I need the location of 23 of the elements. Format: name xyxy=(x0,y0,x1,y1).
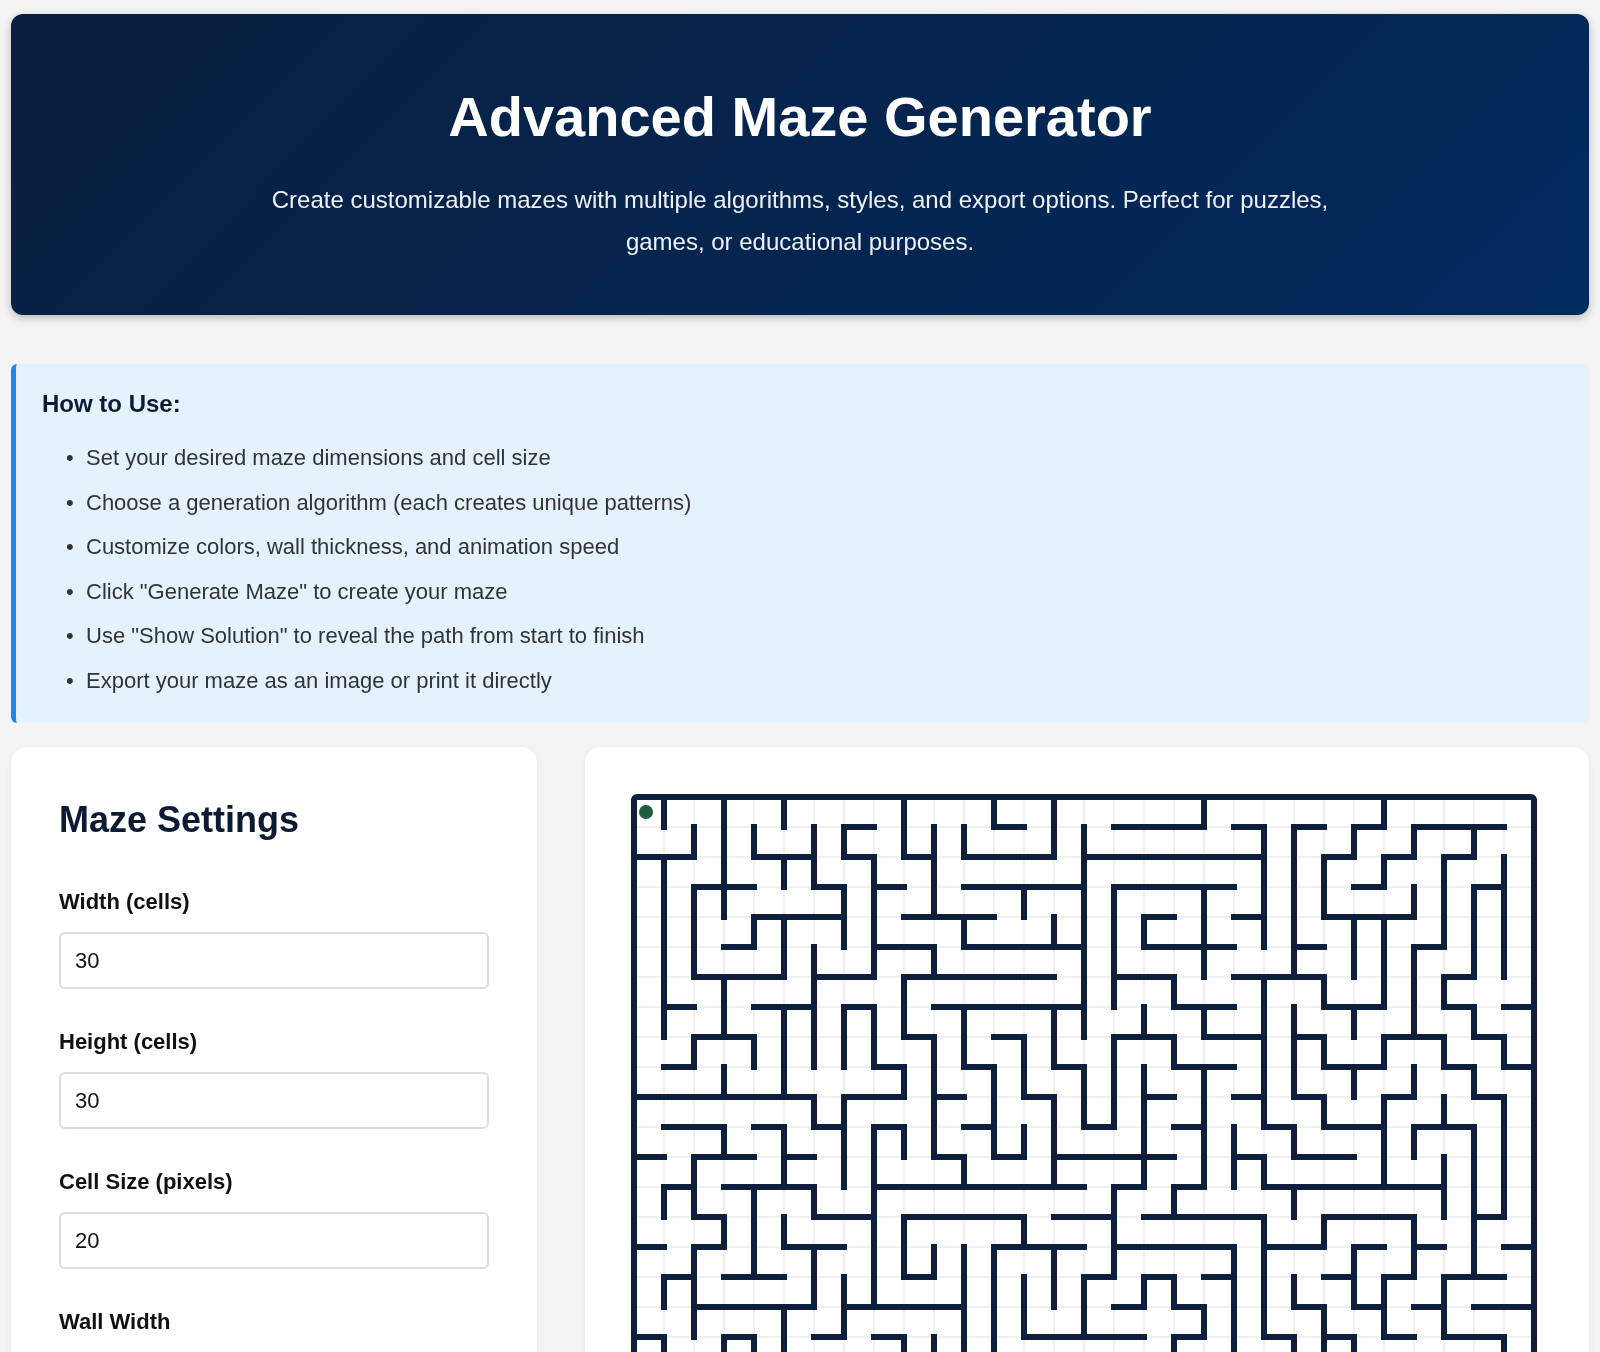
number-field[interactable]: 20 xyxy=(59,1212,489,1269)
instruction-item: Customize colors, wall thickness, and animation speed xyxy=(86,534,620,561)
bullet-mark: • xyxy=(66,489,75,516)
instruction-item: Set your desired maze dimensions and cell size xyxy=(86,445,551,472)
page-title: Advanced Maze Generator xyxy=(447,84,1153,149)
page-subtitle: Create customizable mazes with multiple algorithms, styles, and export options. Perfect for puzzles, games, or educational purposes. xyxy=(270,185,1330,257)
instruction-item: Export your maze as an image or print it directly xyxy=(86,667,552,694)
number-field[interactable]: 30 xyxy=(59,932,489,989)
bullet-mark: • xyxy=(66,667,75,694)
instructions-heading: How to Use: xyxy=(42,390,182,418)
instruction-item: Click "Generate Maze" to create your maze xyxy=(86,578,508,605)
field-label: Width (cells) xyxy=(59,889,191,915)
field-label: Wall Width xyxy=(59,1309,172,1335)
bullet-mark: • xyxy=(66,623,75,650)
bullet-mark: • xyxy=(66,534,75,561)
instruction-item: Use "Show Solution" to reveal the path from start to finish xyxy=(86,623,645,650)
settings-title: Maze Settings xyxy=(59,799,301,841)
field-label: Height (cells) xyxy=(59,1029,199,1055)
field-label: Cell Size (pixels) xyxy=(59,1169,234,1195)
instruction-item: Choose a generation algorithm (each creates unique patterns) xyxy=(86,489,692,516)
bullet-mark: • xyxy=(66,578,75,605)
bullet-mark: • xyxy=(66,445,75,472)
number-field[interactable]: 30 xyxy=(59,1072,489,1129)
